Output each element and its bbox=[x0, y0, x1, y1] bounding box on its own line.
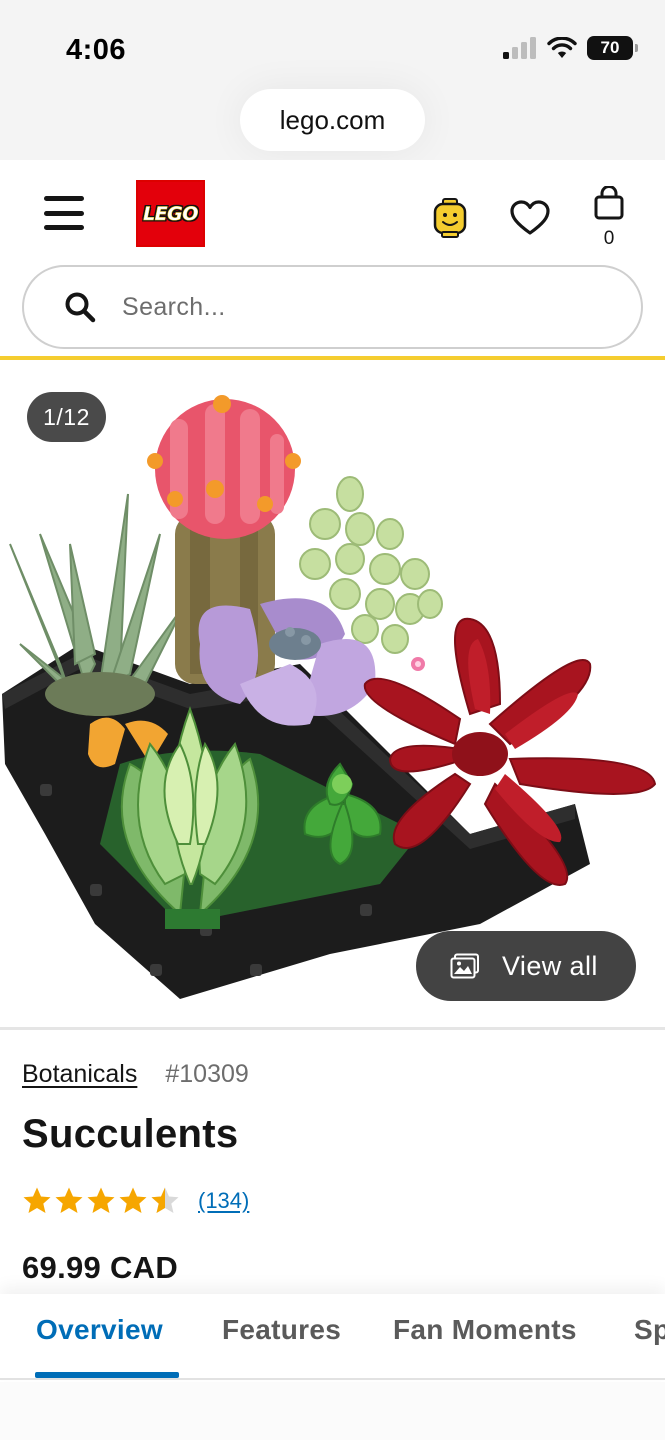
search-input[interactable] bbox=[122, 292, 582, 322]
item-number: #10309 bbox=[165, 1060, 249, 1088]
view-all-button[interactable]: View all bbox=[416, 931, 636, 1001]
search-bar[interactable] bbox=[22, 265, 643, 349]
product-image-gallery[interactable]: 1/12 View all bbox=[0, 364, 665, 1030]
product-price: 69.99 CAD bbox=[22, 1250, 179, 1285]
page-bottom bbox=[0, 1382, 665, 1440]
logo-text: LEGO bbox=[143, 202, 199, 225]
tab-fan-moments[interactable]: Fan Moments bbox=[393, 1314, 577, 1346]
product-tabs: Overview Features Fan Moments Sp bbox=[0, 1294, 665, 1380]
active-tab-indicator bbox=[35, 1372, 179, 1378]
status-icons: 70 bbox=[503, 36, 638, 60]
wishlist-heart-icon[interactable] bbox=[510, 200, 550, 236]
gallery-image-icon bbox=[450, 953, 479, 979]
theme-link[interactable]: Botanicals bbox=[22, 1060, 137, 1089]
wifi-icon bbox=[547, 37, 577, 58]
product-title: Succulents bbox=[22, 1112, 239, 1156]
tab-specifications[interactable]: Sp bbox=[634, 1314, 665, 1346]
tab-features[interactable]: Features bbox=[222, 1314, 341, 1346]
lego-logo[interactable]: LEGO bbox=[136, 180, 205, 247]
menu-icon[interactable] bbox=[44, 196, 84, 230]
search-icon bbox=[65, 292, 96, 323]
view-all-label: View all bbox=[502, 950, 598, 981]
address-bar[interactable]: lego.com bbox=[240, 89, 425, 151]
cellular-signal-icon bbox=[503, 37, 536, 59]
bag-count: 0 bbox=[603, 228, 615, 249]
tab-overview[interactable]: Overview bbox=[36, 1314, 163, 1346]
browser-chrome: 4:06 70 lego.com bbox=[0, 0, 665, 160]
status-time: 4:06 bbox=[66, 34, 127, 66]
battery-indicator: 70 bbox=[587, 36, 638, 60]
image-counter: 1/12 bbox=[27, 392, 106, 442]
review-count-link[interactable]: (134) bbox=[198, 1188, 249, 1214]
rating-row[interactable]: (134) bbox=[22, 1186, 249, 1216]
site-header: LEGO 0 bbox=[0, 160, 665, 360]
product-meta-row: Botanicals #10309 bbox=[22, 1060, 249, 1089]
account-minifig-icon[interactable] bbox=[432, 198, 468, 238]
shopping-bag-icon[interactable] bbox=[593, 186, 625, 220]
star-rating-icon bbox=[23, 1187, 179, 1213]
